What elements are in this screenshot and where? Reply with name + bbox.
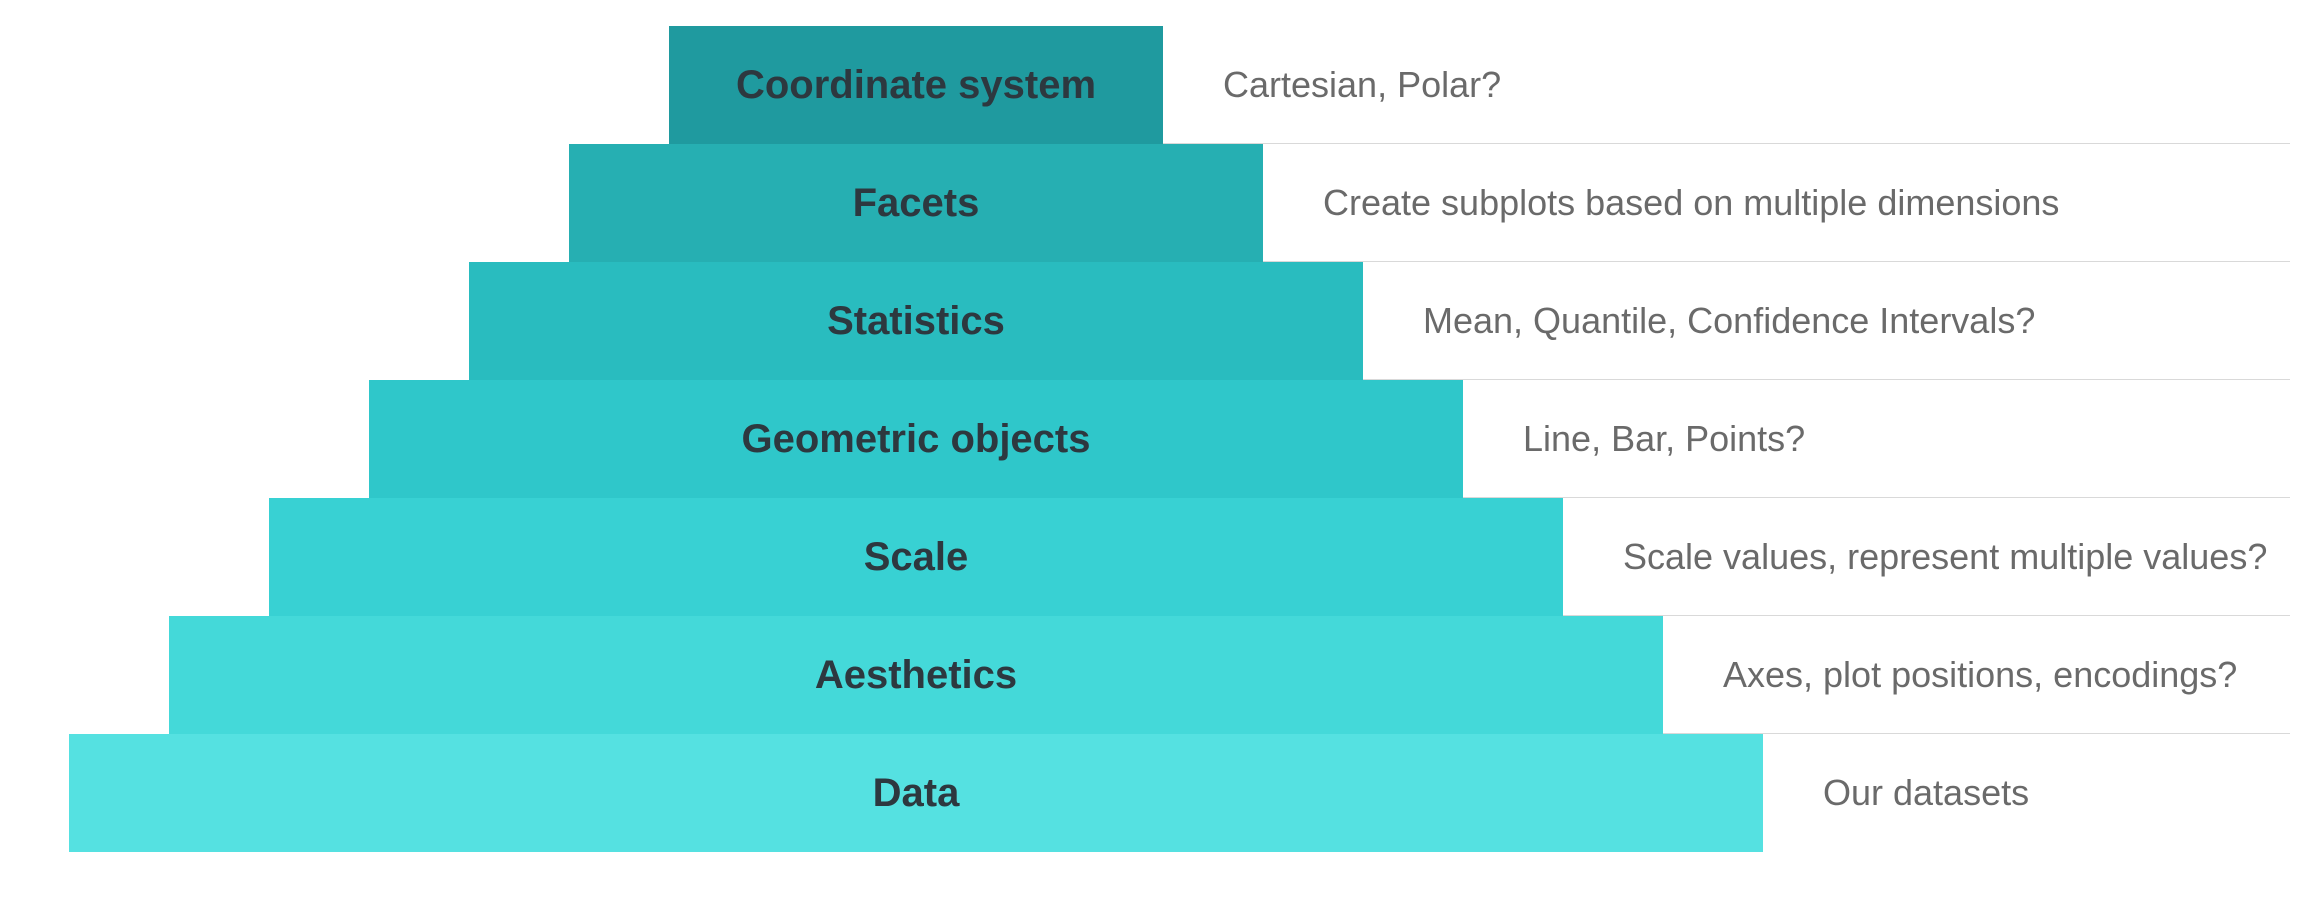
layer-description: Line, Bar, Points? — [1463, 418, 1805, 460]
layered-pyramid-diagram: Coordinate system Cartesian, Polar? Face… — [0, 0, 2310, 916]
layer-description: Cartesian, Polar? — [1163, 64, 1501, 106]
layer-desc-facets: Create subplots based on multiple dimens… — [1263, 144, 2290, 262]
layer-label: Data — [873, 771, 960, 816]
layer-label: Geometric objects — [741, 417, 1090, 462]
layer-desc-statistics: Mean, Quantile, Confidence Intervals? — [1363, 262, 2290, 380]
layer-description: Scale values, represent multiple values? — [1563, 536, 2267, 578]
layer-desc-aesthetics: Axes, plot positions, encodings? — [1663, 616, 2290, 734]
layer-description: Mean, Quantile, Confidence Intervals? — [1363, 300, 2035, 342]
layer-label: Aesthetics — [815, 653, 1017, 698]
layer-description: Create subplots based on multiple dimens… — [1263, 182, 2059, 224]
layer-block-data: Data — [69, 734, 1763, 852]
layer-label: Statistics — [827, 299, 1005, 344]
layer-block-facets: Facets — [569, 144, 1263, 262]
layer-desc-scale: Scale values, represent multiple values? — [1563, 498, 2290, 616]
layer-block-aesthetics: Aesthetics — [169, 616, 1663, 734]
layer-label: Facets — [853, 181, 980, 226]
layer-desc-coordinate-system: Cartesian, Polar? — [1163, 26, 2290, 144]
layer-block-geometric-objects: Geometric objects — [369, 380, 1463, 498]
layer-description: Our datasets — [1763, 772, 2029, 814]
layer-desc-data: Our datasets — [1763, 734, 2290, 852]
layer-block-coordinate-system: Coordinate system — [669, 26, 1163, 144]
layer-label: Scale — [864, 535, 969, 580]
layer-block-statistics: Statistics — [469, 262, 1363, 380]
layer-description: Axes, plot positions, encodings? — [1663, 654, 2237, 696]
layer-block-scale: Scale — [269, 498, 1563, 616]
layer-desc-geometric-objects: Line, Bar, Points? — [1463, 380, 2290, 498]
layer-label: Coordinate system — [736, 63, 1096, 108]
